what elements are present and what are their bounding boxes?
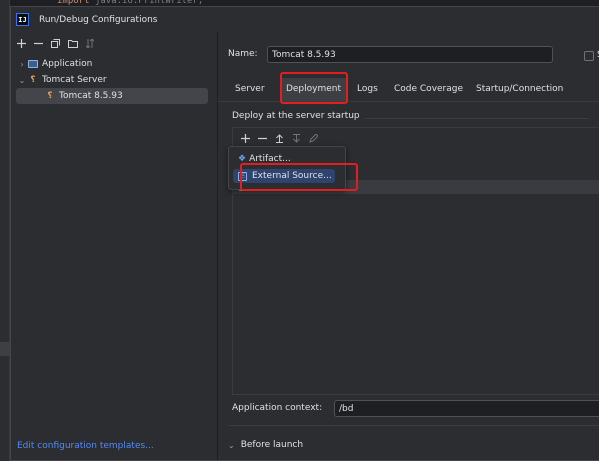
name-input[interactable]	[267, 46, 553, 63]
move-down-button[interactable]	[288, 131, 305, 145]
tab-startup-connection[interactable]: Startup/Connection	[476, 76, 563, 102]
before-launch-label: Before launch	[240, 440, 304, 450]
application-context-input[interactable]	[334, 400, 599, 417]
new-folder-button[interactable]	[64, 36, 81, 50]
intellij-app-icon: IJ	[16, 13, 29, 26]
add-configuration-button[interactable]	[13, 36, 30, 50]
minus-icon	[258, 137, 267, 139]
plus-icon	[17, 38, 26, 48]
copy-configuration-button[interactable]	[47, 36, 64, 50]
tree-label-application: Application	[42, 59, 93, 69]
copy-icon	[51, 38, 60, 48]
tomcat-config-icon: ⸮	[47, 91, 53, 101]
configuration-editor: Name: S Server Deployment Logs Code Cove…	[218, 32, 599, 460]
remove-configuration-button[interactable]	[30, 36, 47, 50]
tree-label-tomcat-config: Tomcat 8.5.93	[59, 91, 123, 101]
configurations-tree: › Application ⌄ ⸮ Tomcat Server ⸮ Tomcat…	[11, 56, 217, 104]
deploy-section-title: Deploy at the server startup	[232, 111, 360, 121]
application-context-label: Application context:	[232, 403, 323, 413]
chevron-right-icon[interactable]: ›	[17, 60, 27, 69]
highlight-annotation-external-source	[240, 163, 358, 191]
deploy-toolbar	[237, 131, 322, 145]
chevron-down-icon: ⌄	[228, 440, 235, 450]
plus-icon	[241, 133, 250, 143]
name-label: Name:	[228, 49, 258, 59]
chevron-down-icon[interactable]: ⌄	[17, 76, 27, 85]
minus-icon	[34, 42, 43, 44]
run-debug-configurations-dialog: IJ Run/Debug Configurations › Applicatio…	[10, 6, 599, 461]
tab-logs[interactable]: Logs	[357, 76, 378, 102]
tree-label-tomcat-server: Tomcat Server	[42, 75, 107, 85]
tab-code-coverage[interactable]: Code Coverage	[394, 76, 463, 102]
tree-node-application[interactable]: › Application	[11, 56, 217, 72]
move-up-button[interactable]	[271, 131, 288, 145]
arrow-down-icon	[293, 133, 300, 143]
application-folder-icon	[27, 59, 39, 69]
before-launch-divider	[228, 425, 599, 426]
store-as-project-file-checkbox[interactable]	[584, 51, 594, 61]
highlight-annotation-deployment-tab	[280, 72, 348, 104]
configurations-panel: › Application ⌄ ⸮ Tomcat Server ⸮ Tomcat…	[11, 32, 218, 460]
before-launch-section-toggle[interactable]: ⌄ Before launch	[228, 440, 303, 450]
section-divider	[364, 118, 589, 119]
editor-gutter	[0, 0, 10, 461]
dialog-title: Run/Debug Configurations	[39, 14, 158, 25]
add-deployment-button[interactable]	[237, 131, 254, 145]
tomcat-icon: ⸮	[30, 75, 36, 85]
sort-configurations-button[interactable]	[81, 36, 98, 50]
tab-server[interactable]: Server	[235, 76, 265, 102]
tree-node-tomcat-server[interactable]: ⌄ ⸮ Tomcat Server	[11, 72, 217, 88]
tree-node-tomcat-config[interactable]: ⸮ Tomcat 8.5.93	[16, 88, 208, 104]
pencil-icon	[309, 133, 318, 143]
gutter-marker	[0, 342, 10, 356]
configurations-toolbar	[13, 36, 98, 50]
arrow-up-icon	[276, 133, 283, 143]
sort-icon	[85, 38, 94, 48]
edit-configuration-templates-link[interactable]: Edit configuration templates...	[17, 441, 154, 451]
remove-deployment-button[interactable]	[254, 131, 271, 145]
edit-deployment-button[interactable]	[305, 131, 322, 145]
configuration-tabs: Server Deployment Logs Code Coverage Sta…	[218, 76, 599, 102]
dialog-titlebar: IJ Run/Debug Configurations	[11, 7, 599, 32]
folder-icon	[67, 39, 78, 48]
